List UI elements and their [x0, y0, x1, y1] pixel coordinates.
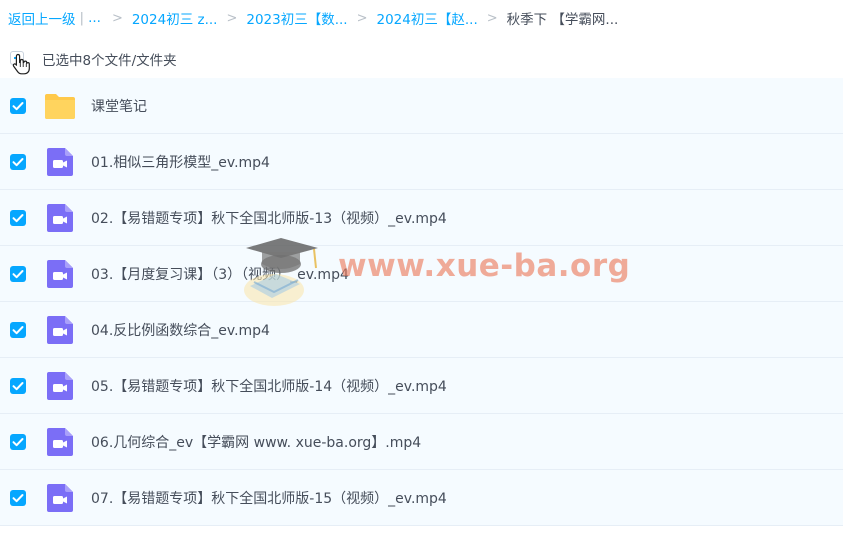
row-checkbox[interactable]	[10, 98, 26, 114]
row-checkbox[interactable]	[10, 490, 26, 506]
row-checkbox[interactable]	[10, 378, 26, 394]
file-name[interactable]: 03.【月度复习课】（3）（视频）_ev.mp4	[91, 264, 349, 284]
row-checkbox[interactable]	[10, 266, 26, 282]
video-file-icon	[44, 259, 76, 289]
file-row[interactable]: 07.【易错题专项】秋下全国北师版-15（视频）_ev.mp4	[0, 470, 843, 526]
file-row[interactable]: 06.几何综合_ev【学霸网 www. xue-ba.org】.mp4	[0, 414, 843, 470]
file-name[interactable]: 课堂笔记	[91, 96, 147, 116]
chevron-right-icon: >	[111, 10, 123, 26]
file-name[interactable]: 06.几何综合_ev【学霸网 www. xue-ba.org】.mp4	[91, 432, 421, 452]
file-row[interactable]: 03.【月度复习课】（3）（视频）_ev.mp4	[0, 246, 843, 302]
breadcrumb-separator: |	[79, 10, 85, 26]
breadcrumb-current: 秋季下 【学霸网...	[506, 12, 619, 28]
row-checkbox[interactable]	[10, 154, 26, 170]
file-name[interactable]: 04.反比例函数综合_ev.mp4	[91, 320, 270, 340]
row-checkbox[interactable]	[10, 322, 26, 338]
video-file-icon	[44, 483, 76, 513]
breadcrumb-item[interactable]: 2023初三【数...	[246, 8, 347, 28]
video-file-icon	[44, 147, 76, 177]
chevron-right-icon: >	[226, 10, 238, 26]
row-checkbox[interactable]	[10, 210, 26, 226]
selection-header: 已选中8个文件/文件夹	[0, 40, 843, 76]
breadcrumb-ellipsis[interactable]: ...	[88, 10, 101, 26]
selection-count-text: 已选中8个文件/文件夹	[42, 53, 177, 69]
hand-cursor-icon	[12, 53, 30, 75]
file-row[interactable]: 05.【易错题专项】秋下全国北师版-14（视频）_ev.mp4	[0, 358, 843, 414]
file-list: 课堂笔记 01.相似三角形模型_ev.mp4 02.【易错题专项】秋下全国北师版-1…	[0, 78, 843, 526]
file-name[interactable]: 07.【易错题专项】秋下全国北师版-15（视频）_ev.mp4	[91, 488, 447, 508]
file-browser: 返回上一级 | ... > 2024初三 z... > 2023初三【数... …	[0, 0, 843, 543]
row-checkbox[interactable]	[10, 434, 26, 450]
file-name[interactable]: 02.【易错题专项】秋下全国北师版-13（视频）_ev.mp4	[91, 208, 447, 228]
file-name[interactable]: 01.相似三角形模型_ev.mp4	[91, 152, 270, 172]
file-row[interactable]: 02.【易错题专项】秋下全国北师版-13（视频）_ev.mp4	[0, 190, 843, 246]
breadcrumb-item[interactable]: 2024初三【赵...	[377, 8, 478, 28]
video-file-icon	[44, 427, 76, 457]
back-link[interactable]: 返回上一级	[8, 8, 76, 28]
breadcrumb: 返回上一级 | ... > 2024初三 z... > 2023初三【数... …	[8, 8, 618, 28]
file-row[interactable]: 课堂笔记	[0, 78, 843, 134]
chevron-right-icon: >	[356, 10, 368, 26]
video-file-icon	[44, 315, 76, 345]
file-name[interactable]: 05.【易错题专项】秋下全国北师版-14（视频）_ev.mp4	[91, 376, 447, 396]
folder-icon	[44, 91, 76, 121]
file-row[interactable]: 01.相似三角形模型_ev.mp4	[0, 134, 843, 190]
video-file-icon	[44, 371, 76, 401]
breadcrumb-item[interactable]: 2024初三 z...	[132, 8, 218, 28]
chevron-right-icon: >	[486, 10, 498, 26]
file-row[interactable]: 04.反比例函数综合_ev.mp4	[0, 302, 843, 358]
video-file-icon	[44, 203, 76, 233]
